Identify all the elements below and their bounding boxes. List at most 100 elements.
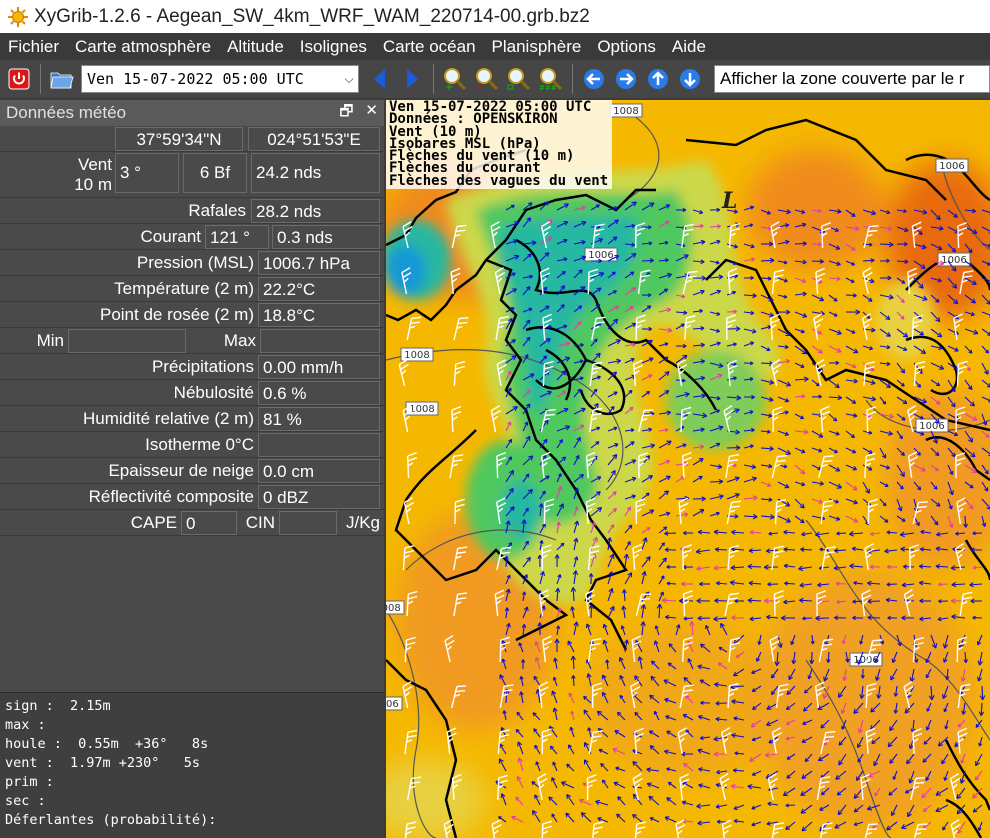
circle-arrow-down-icon: [680, 69, 700, 89]
current-arrow: [836, 333, 842, 335]
current-arrow: [885, 467, 890, 470]
min-value: [68, 329, 186, 353]
current-arrow: [770, 674, 773, 679]
current-arrow: [834, 501, 839, 504]
close-icon[interactable]: ✕: [365, 101, 378, 126]
pressure-label: Pression (MSL): [136, 253, 254, 272]
current-arrow: [595, 338, 598, 343]
current-arrow: [970, 314, 975, 317]
zoom-out-button[interactable]: -: [474, 66, 500, 92]
gust-value: 28.2 nds: [251, 199, 380, 223]
wind-barb: [914, 781, 925, 785]
current-arrow: [526, 606, 529, 612]
wind-barb: [543, 501, 546, 525]
wind-barb: [918, 501, 928, 504]
isobar-label: 1006: [939, 161, 964, 172]
current-arrow: [884, 521, 888, 523]
current-arrow: [958, 642, 961, 648]
wind-barb: [915, 777, 926, 780]
current-arrow: [615, 766, 620, 769]
wind-barb: [866, 409, 869, 433]
menu-altitude[interactable]: Altitude: [219, 33, 292, 60]
map-canvas[interactable]: L 1008 1006 1006 1008 1008 1006 1008 100…: [386, 100, 990, 838]
folder-icon: [50, 72, 74, 89]
wave-secondary: sec :: [5, 793, 46, 809]
pan-up-button[interactable]: [645, 66, 671, 92]
menu-carte-ocean[interactable]: Carte océan: [375, 33, 484, 60]
humidity-label: Humidité relative (2 m): [83, 409, 254, 428]
menu-aide[interactable]: Aide: [664, 33, 714, 60]
current-arrow: [664, 557, 667, 563]
temperature-label: Température (2 m): [114, 279, 254, 298]
pan-down-button[interactable]: [677, 66, 703, 92]
zoom-in-button[interactable]: +: [442, 66, 468, 92]
reflectivity-row: Réflectivité composite 0 dBZ: [0, 484, 384, 510]
current-arrow: [517, 741, 519, 747]
current-arrow: [709, 480, 723, 483]
svg-text:-: -: [477, 80, 482, 91]
wave-breaking: Déferlantes (probabilité):: [5, 812, 217, 828]
pan-left-button[interactable]: [581, 66, 607, 92]
current-arrow: [953, 216, 958, 218]
zoom-all-button[interactable]: ###: [538, 66, 564, 92]
wave-arrow: [985, 435, 990, 438]
previous-date-button[interactable]: [367, 66, 393, 92]
wave-swell: houle : 0.55m +36° 8s: [5, 736, 209, 752]
next-date-button[interactable]: [399, 66, 425, 92]
wind-barb: [501, 546, 512, 550]
current-arrow: [663, 542, 665, 546]
float-panel-icon[interactable]: 🗗: [339, 101, 353, 126]
quit-button[interactable]: [6, 66, 32, 92]
current-arrow: [783, 296, 787, 299]
current-arrow: [833, 300, 838, 302]
wind-barb: [455, 690, 466, 693]
max-value: [260, 329, 380, 353]
current-arrow: [885, 318, 890, 321]
current-arrow: [528, 320, 531, 325]
wave-arrow: [869, 369, 875, 372]
show-zone-checkbox[interactable]: Afficher la zone couverte par le r: [714, 65, 990, 93]
reflectivity-label: Réflectivité composite: [88, 487, 254, 506]
current-arrow: [956, 793, 959, 799]
current-arrow: [943, 658, 945, 663]
gust-row: Rafales 28.2 nds: [0, 198, 384, 224]
wave-primary: prim :: [5, 774, 54, 790]
menu-options[interactable]: Options: [589, 33, 664, 60]
menu-isolignes[interactable]: Isolignes: [292, 33, 375, 60]
forecast-date-select[interactable]: Ven 15-07-2022 05:00 UTC ⌵: [81, 65, 359, 93]
current-arrow: [668, 662, 672, 665]
current-label: Courant: [140, 227, 201, 246]
menu-planisphere[interactable]: Planisphère: [484, 33, 590, 60]
current-arrow: [900, 384, 905, 387]
pan-right-button[interactable]: [613, 66, 639, 92]
isotherm-row: Isotherme 0°C: [0, 432, 384, 458]
current-arrow: [943, 776, 946, 781]
zoom-selection-icon: [507, 68, 531, 91]
current-arrow: [823, 676, 825, 682]
isobar-label: 1006: [386, 699, 399, 710]
menu-fichier[interactable]: Fichier: [0, 33, 67, 60]
wind-barb: [957, 225, 960, 249]
current-arrow: [981, 685, 984, 700]
snow-value: 0.0 cm: [258, 459, 380, 483]
weather-map[interactable]: L 1008 1006 1006 1008 1008 1006 1008 100…: [386, 100, 990, 838]
toolbar-separator: [40, 64, 41, 94]
current-arrow: [576, 487, 579, 493]
wave-arrow: [842, 640, 844, 644]
dewpoint-value: 18.8°C: [258, 303, 380, 327]
current-arrow: [917, 317, 922, 320]
current-arrow: [747, 565, 762, 568]
zoom-selection-button[interactable]: [506, 66, 532, 92]
cin-value: [279, 511, 337, 535]
current-arrow: [815, 384, 820, 387]
open-file-button[interactable]: [49, 66, 75, 92]
current-arrow: [512, 488, 514, 493]
wind-barb: [640, 598, 650, 601]
current-arrow: [559, 574, 562, 579]
menu-carte-atmosphere[interactable]: Carte atmosphère: [67, 33, 219, 60]
position-row: 37°59'34"N 024°51'53"E: [0, 126, 384, 152]
cape-unit: J/Kg: [345, 513, 380, 532]
menu-bar: Fichier Carte atmosphère Altitude Isolig…: [0, 33, 990, 60]
current-arrow: [734, 493, 740, 495]
toolbar-separator: [572, 64, 573, 94]
